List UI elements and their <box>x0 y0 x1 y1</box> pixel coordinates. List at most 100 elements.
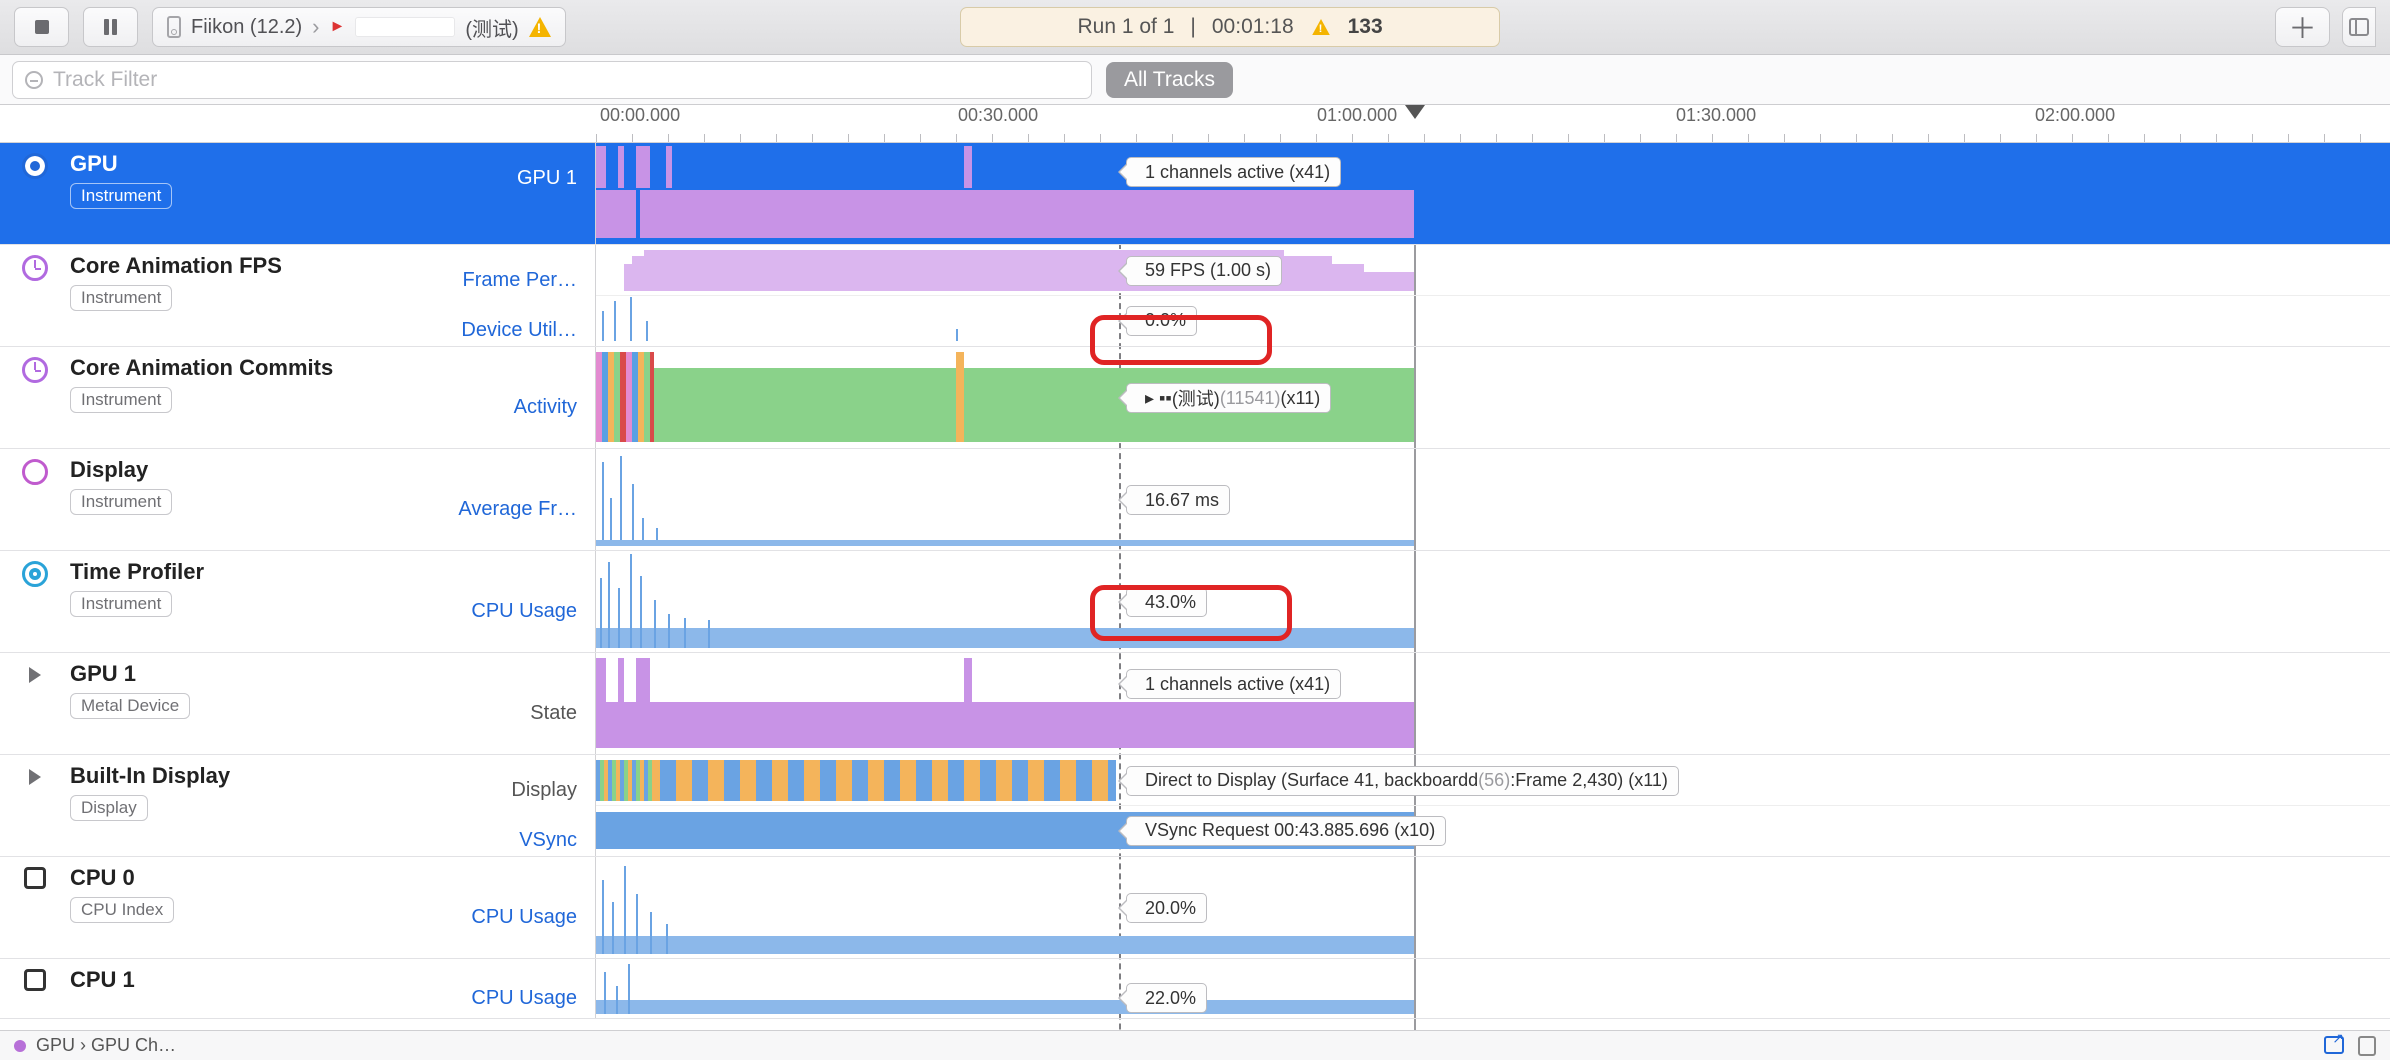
stop-button[interactable] <box>14 7 69 47</box>
ruler-minor-tick <box>1424 134 1425 142</box>
tracks-panel: GPU Instrument GPU 1 1 channels active (… <box>0 143 2390 1030</box>
ruler-tick: 01:00.000 <box>1317 105 1397 126</box>
cpu-icon <box>24 867 46 889</box>
ruler-minor-tick <box>1820 134 1821 142</box>
ruler-minor-tick <box>992 134 993 142</box>
track-built-in-display[interactable]: Built-In Display Display Display VSync D… <box>0 755 2390 857</box>
device-name: Fiikon (12.2) <box>191 16 302 39</box>
device-target-selector[interactable]: Fiikon (12.2) › ► (测试) <box>152 7 566 47</box>
popout-icon[interactable] <box>2324 1036 2344 1054</box>
callout-direct-display: Direct to Display (Surface 41, backboard… <box>1126 766 1679 796</box>
add-instrument-button[interactable]: ＋ <box>2275 7 2330 47</box>
track-badge: Instrument <box>70 489 172 515</box>
ruler-minor-tick <box>812 134 813 142</box>
playhead-marker-icon[interactable] <box>1405 105 1425 119</box>
ruler-minor-tick <box>1064 134 1065 142</box>
track-core-animation-commits[interactable]: Core Animation Commits Instrument Activi… <box>0 347 2390 449</box>
ruler-minor-tick <box>1244 134 1245 142</box>
run-status-pill[interactable]: Run 1 of 1 | 00:01:18 133 <box>960 7 1500 47</box>
track-badge: CPU Index <box>70 897 174 923</box>
record-dot-icon: ► <box>329 18 345 36</box>
ruler-minor-tick <box>1892 134 1893 142</box>
ruler-tick: 00:00.000 <box>600 105 680 126</box>
ruler-minor-tick <box>1460 134 1461 142</box>
track-filter-field[interactable] <box>12 61 1092 99</box>
ruler-minor-tick <box>2180 134 2181 142</box>
ruler-minor-tick <box>2216 134 2217 142</box>
track-title: Core Animation FPS <box>70 253 401 279</box>
track-metric-label: State <box>405 663 577 763</box>
track-cpu-1[interactable]: CPU 1 CPU Usage 22.0% <box>0 959 2390 1019</box>
track-metric-label: GPU 1 <box>405 153 577 203</box>
status-bar: GPU › GPU Ch… <box>0 1030 2390 1060</box>
track-gpu-1[interactable]: GPU 1 Metal Device State 1 channels acti… <box>0 653 2390 755</box>
track-time-profiler[interactable]: Time Profiler Instrument CPU Usage 43.0% <box>0 551 2390 653</box>
track-badge: Instrument <box>70 285 172 311</box>
clock-icon <box>22 357 48 383</box>
ruler-minor-tick <box>1712 134 1713 142</box>
toggle-left-panel-button[interactable] <box>2342 7 2376 47</box>
ruler-minor-tick <box>2072 134 2073 142</box>
ruler-minor-tick <box>596 134 597 142</box>
track-cpu-0[interactable]: CPU 0 CPU Index CPU Usage 20.0% <box>0 857 2390 959</box>
ruler-tick: 01:30.000 <box>1676 105 1756 126</box>
track-gpu[interactable]: GPU Instrument GPU 1 1 channels active (… <box>0 143 2390 245</box>
track-core-animation-fps[interactable]: Core Animation FPS Instrument Frame Per…… <box>0 245 2390 347</box>
clipboard-icon[interactable] <box>2358 1036 2376 1056</box>
ruler-minor-tick <box>2252 134 2253 142</box>
target-icon <box>22 561 48 587</box>
callout-cpu-usage: 43.0% <box>1126 587 1207 617</box>
ruler-minor-tick <box>1856 134 1857 142</box>
ruler-minor-tick <box>2288 134 2289 142</box>
ruler-minor-tick <box>1100 134 1101 142</box>
ruler-minor-tick <box>2144 134 2145 142</box>
track-metric-label: CPU Usage <box>405 561 577 661</box>
callout-gpu1-state: 1 channels active (x41) <box>1126 669 1341 699</box>
ruler-tick: 02:00.000 <box>2035 105 2115 126</box>
track-metric-label: Activity <box>405 357 577 457</box>
track-metric-label: CPU Usage <box>405 867 577 967</box>
track-metric-label: CPU Usage <box>405 969 577 1027</box>
ruler-minor-tick <box>632 134 633 142</box>
display-icon <box>22 459 48 485</box>
detail-path[interactable]: GPU › GPU Ch… <box>36 1035 176 1056</box>
track-title: CPU 1 <box>70 967 401 993</box>
ruler-minor-tick <box>1280 134 1281 142</box>
ruler-minor-tick <box>776 134 777 142</box>
timeline-ruler[interactable]: 00:00.000 00:30.000 01:00.000 01:30.000 … <box>0 105 2390 143</box>
target-suffix: (测试) <box>465 13 518 42</box>
callout-cpu0: 20.0% <box>1126 893 1207 923</box>
run-title: Run 1 of 1 <box>1078 15 1175 39</box>
track-title: GPU 1 <box>70 661 401 687</box>
ruler-minor-tick <box>1208 134 1209 142</box>
window-toolbar: Fiikon (12.2) › ► (测试) Run 1 of 1 | 00:0… <box>0 0 2390 55</box>
callout-fps: 59 FPS (1.00 s) <box>1126 256 1282 286</box>
ruler-minor-tick <box>1172 134 1173 142</box>
ruler-minor-tick <box>1676 134 1677 142</box>
callout-gpu: 1 channels active (x41) <box>1126 157 1341 187</box>
disclosure-triangle-icon[interactable] <box>29 769 41 785</box>
warning-icon <box>529 17 551 37</box>
track-metric-label: Average Fr… <box>405 459 577 559</box>
track-title: Built-In Display <box>70 763 401 789</box>
track-filter-input[interactable] <box>53 68 1079 92</box>
ruler-minor-tick <box>1388 134 1389 142</box>
all-tracks-pill[interactable]: All Tracks <box>1106 62 1233 98</box>
callout-vsync: VSync Request 00:43.885.696 (x10) <box>1126 816 1446 846</box>
ruler-minor-tick <box>1028 134 1029 142</box>
ruler-minor-tick <box>668 134 669 142</box>
ruler-minor-tick <box>1748 134 1749 142</box>
disclosure-triangle-icon[interactable] <box>29 667 41 683</box>
record-icon <box>22 153 48 179</box>
pause-button[interactable] <box>83 7 138 47</box>
track-badge: Display <box>70 795 148 821</box>
ruler-minor-tick <box>1604 134 1605 142</box>
track-title: Time Profiler <box>70 559 401 585</box>
track-badge: Instrument <box>70 387 172 413</box>
ruler-minor-tick <box>2036 134 2037 142</box>
ruler-minor-tick <box>848 134 849 142</box>
track-display[interactable]: Display Instrument Average Fr… 16.67 ms <box>0 449 2390 551</box>
track-title: CPU 0 <box>70 865 401 891</box>
chevron-right-icon: › <box>312 14 319 40</box>
ruler-minor-tick <box>1316 134 1317 142</box>
